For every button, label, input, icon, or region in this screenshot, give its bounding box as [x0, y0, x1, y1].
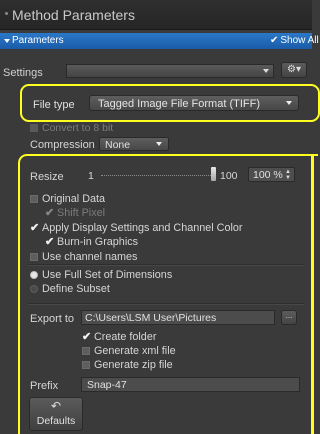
settings-label: Settings — [3, 67, 43, 79]
generate-xml-label: Generate xml file — [94, 345, 176, 357]
shift-pixel-checkbox[interactable]: ✔ Shift Pixel — [45, 206, 105, 219]
check-icon: ✔ — [45, 236, 55, 248]
prefix-input[interactable]: Snap-47 — [81, 377, 300, 392]
divider — [28, 264, 304, 265]
settings-gear-button[interactable]: ⚙▾ — [281, 62, 307, 78]
bullet-icon — [5, 12, 8, 15]
defaults-label: Defaults — [36, 415, 76, 427]
full-set-dimensions-label: Use Full Set of Dimensions — [42, 269, 173, 281]
full-set-dimensions-radio[interactable]: Use Full Set of Dimensions — [30, 269, 172, 281]
resize-spinbox[interactable]: 100 % ▲ ▼ — [248, 167, 295, 182]
export-path-value: C:\Users\LSM User\Pictures — [85, 312, 217, 324]
undo-icon: ↶ — [50, 399, 62, 413]
divider — [28, 303, 304, 304]
resize-value: 100 % — [253, 169, 283, 181]
original-data-checkbox[interactable]: Original Data — [30, 193, 105, 205]
settings-dropdown[interactable] — [66, 64, 274, 78]
convert-8bit-label: Convert to 8 bit — [42, 122, 114, 134]
check-icon: ✔ — [270, 35, 279, 46]
compression-dropdown[interactable]: None — [99, 137, 169, 151]
check-icon: ✔ — [82, 331, 92, 343]
define-subset-radio[interactable]: Define Subset — [30, 283, 110, 295]
export-to-label: Export to — [30, 313, 75, 325]
export-path-input[interactable]: C:\Users\LSM User\Pictures — [81, 310, 275, 325]
browse-button[interactable]: ... — [281, 310, 297, 325]
check-icon: ✔ — [30, 222, 40, 234]
panel-header[interactable]: Method Parameters — [0, 0, 312, 30]
chevron-down-icon — [156, 142, 162, 146]
parameters-label: Parameters — [12, 35, 64, 46]
resize-slider-thumb[interactable] — [211, 167, 216, 181]
use-channel-names-label: Use channel names — [42, 251, 138, 263]
defaults-button[interactable]: ↶ Defaults — [29, 397, 83, 431]
file-type-dropdown[interactable]: Tagged Image File Format (TIFF) — [89, 95, 299, 111]
show-all-label: Show All — [280, 35, 319, 46]
show-all-toggle[interactable]: ✔ Show All — [270, 35, 319, 46]
export-options-highlight-edge — [311, 154, 314, 434]
create-folder-label: Create folder — [94, 331, 157, 343]
check-icon: ✔ — [45, 207, 55, 219]
chevron-down-icon — [263, 69, 269, 73]
compression-label: Compression — [30, 139, 95, 151]
radio-selected-icon — [30, 271, 38, 279]
file-type-label: File type — [33, 99, 75, 111]
generate-xml-checkbox[interactable]: Generate xml file — [82, 345, 176, 357]
define-subset-label: Define Subset — [42, 283, 110, 295]
collapse-triangle-icon[interactable] — [4, 39, 10, 43]
checkbox-box — [30, 124, 38, 132]
checkbox-box — [30, 195, 38, 203]
prefix-value: Snap-47 — [87, 379, 127, 391]
spin-arrows-icon[interactable]: ▲ ▼ — [285, 169, 291, 181]
resize-min-label: 1 — [88, 170, 94, 182]
parameters-section-header[interactable]: Parameters ✔ Show All — [0, 33, 319, 49]
checkbox-box — [30, 253, 38, 261]
create-folder-checkbox[interactable]: ✔ Create folder — [82, 330, 156, 343]
radio-unselected-icon — [30, 285, 38, 293]
use-channel-names-checkbox[interactable]: Use channel names — [30, 251, 137, 263]
prefix-label: Prefix — [30, 380, 59, 392]
gear-icon: ⚙▾ — [287, 64, 301, 75]
generate-zip-checkbox[interactable]: Generate zip file — [82, 359, 173, 371]
resize-label: Resize — [30, 171, 64, 183]
shift-pixel-label: Shift Pixel — [57, 207, 106, 219]
original-data-label: Original Data — [42, 193, 106, 205]
compression-value: None — [105, 139, 131, 151]
burn-in-graphics-label: Burn-in Graphics — [57, 236, 139, 248]
file-type-value: Tagged Image File Format (TIFF) — [98, 98, 260, 110]
chevron-down-icon — [286, 101, 292, 105]
convert-8bit-checkbox[interactable]: Convert to 8 bit — [30, 122, 113, 134]
panel-title: Method Parameters — [12, 7, 135, 23]
ellipsis-icon: ... — [285, 311, 293, 320]
generate-zip-label: Generate zip file — [94, 359, 173, 371]
checkbox-box — [82, 361, 90, 369]
apply-display-settings-checkbox[interactable]: ✔ Apply Display Settings and Channel Colo… — [30, 221, 242, 234]
apply-display-settings-label: Apply Display Settings and Channel Color — [42, 222, 243, 234]
resize-slider-track[interactable] — [101, 175, 211, 177]
resize-max-label: 100 — [220, 170, 238, 182]
burn-in-graphics-checkbox[interactable]: ✔ Burn-in Graphics — [45, 235, 138, 248]
checkbox-box — [82, 347, 90, 355]
